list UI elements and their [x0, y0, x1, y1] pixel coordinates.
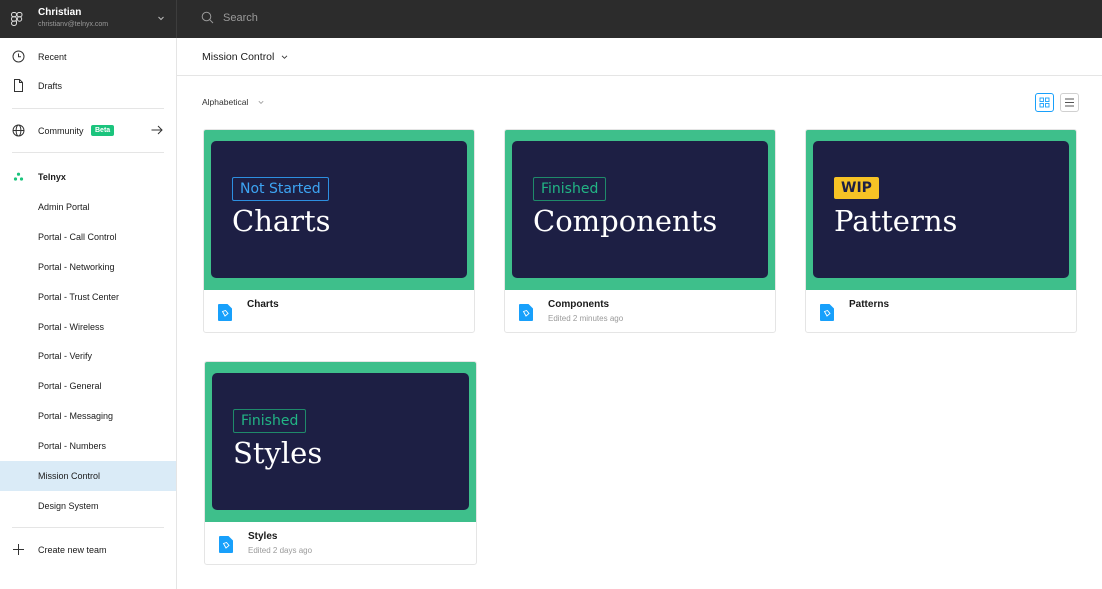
thumbnail-title: Charts: [232, 204, 331, 238]
project-label: Portal - General: [38, 381, 102, 391]
sidebar-item-project-active[interactable]: Mission Control: [0, 461, 176, 491]
sidebar: Recent Drafts Community Beta Telnyx Admi…: [0, 38, 177, 589]
project-label: Design System: [38, 501, 99, 511]
thumbnail-panel: Finished Components: [512, 141, 768, 278]
sidebar-item-project[interactable]: Portal - Numbers: [0, 431, 176, 461]
project-label: Portal - Numbers: [38, 441, 107, 451]
sidebar-item-project[interactable]: Portal - General: [0, 371, 176, 401]
sidebar-item-project[interactable]: Portal - Wireless: [0, 312, 176, 342]
thumbnail-panel: Finished Styles: [212, 373, 469, 510]
sidebar-divider: [12, 527, 164, 528]
project-label: Mission Control: [38, 471, 101, 481]
project-title[interactable]: Mission Control: [202, 51, 274, 63]
project-label: Portal - Call Control: [38, 232, 117, 242]
project-header: Mission Control: [177, 38, 1102, 76]
thumbnail-title: Styles: [233, 436, 323, 470]
list-icon: [1065, 98, 1074, 107]
file-card[interactable]: Not Started Charts Charts: [203, 129, 475, 333]
grid-view-button[interactable]: [1035, 93, 1054, 112]
project-label: Portal - Verify: [38, 351, 93, 361]
file-thumbnail: Finished Components: [505, 130, 775, 290]
clock-icon: [12, 50, 25, 63]
document-icon: [14, 79, 23, 92]
status-badge: Not Started: [232, 177, 329, 201]
search-input[interactable]: Search: [223, 12, 258, 24]
search-icon: [201, 11, 214, 24]
sidebar-item-project[interactable]: Portal - Call Control: [0, 222, 176, 252]
thumbnail-title: Components: [533, 204, 718, 238]
sidebar-item-project[interactable]: Admin Portal: [0, 192, 176, 222]
file-name: Charts: [247, 299, 279, 310]
chevron-down-icon[interactable]: [258, 100, 264, 105]
beta-badge: Beta: [91, 125, 115, 136]
main-content: Mission Control Alphabetical Not Started…: [177, 38, 1102, 589]
account-switcher[interactable]: Christian christianv@telnyx.com: [0, 0, 177, 38]
team-name: Telnyx: [38, 172, 66, 182]
thumbnail-panel: Not Started Charts: [211, 141, 467, 278]
figma-file-icon: [219, 536, 233, 553]
sidebar-team-telnyx[interactable]: Telnyx: [0, 162, 176, 192]
arrow-right-icon: [151, 125, 163, 135]
figma-file-icon: [820, 304, 834, 321]
sidebar-item-project[interactable]: Portal - Verify: [0, 341, 176, 371]
file-thumbnail: Not Started Charts: [204, 130, 474, 290]
figma-logo-icon: [11, 12, 23, 26]
search-bar[interactable]: Search: [201, 11, 258, 24]
file-edited-time: Edited 2 days ago: [248, 546, 313, 555]
sidebar-item-project[interactable]: Portal - Messaging: [0, 401, 176, 431]
thumbnail-title: Patterns: [834, 204, 958, 238]
sidebar-item-label: Community: [38, 126, 84, 136]
project-label: Portal - Trust Center: [38, 292, 120, 302]
plus-icon: [13, 544, 24, 555]
sidebar-divider: [12, 152, 164, 153]
globe-icon: [12, 124, 25, 137]
figma-file-icon: [519, 304, 533, 321]
thumbnail-panel: WIP Patterns: [813, 141, 1069, 278]
file-thumbnail: WIP Patterns: [806, 130, 1076, 290]
sort-dropdown[interactable]: Alphabetical: [202, 97, 248, 107]
sidebar-item-community[interactable]: Community Beta: [0, 116, 176, 146]
chevron-down-icon[interactable]: [157, 14, 165, 22]
file-thumbnail: Finished Styles: [205, 362, 476, 522]
sidebar-item-project[interactable]: Portal - Trust Center: [0, 282, 176, 312]
file-card[interactable]: Finished Components Components Edited 2 …: [504, 129, 776, 333]
file-name: Patterns: [849, 299, 890, 310]
file-name: Components: [548, 299, 610, 310]
sidebar-item-label: Drafts: [38, 81, 63, 91]
file-card[interactable]: Finished Styles Styles Edited 2 days ago: [204, 361, 477, 565]
status-badge: Finished: [533, 177, 607, 201]
status-badge: Finished: [233, 409, 307, 433]
grid-icon: [1039, 97, 1050, 108]
account-email: christianv@telnyx.com: [38, 21, 109, 28]
file-name: Styles: [248, 531, 278, 542]
sidebar-item-label: Recent: [38, 52, 67, 62]
list-view-button[interactable]: [1060, 93, 1079, 112]
file-edited-time: Edited 2 minutes ago: [548, 314, 624, 323]
sidebar-item-recent[interactable]: Recent: [0, 42, 176, 72]
project-label: Portal - Wireless: [38, 322, 105, 332]
status-badge: WIP: [834, 177, 879, 199]
top-bar: Christian christianv@telnyx.com Search: [0, 0, 1102, 38]
figma-file-icon: [218, 304, 232, 321]
file-card[interactable]: WIP Patterns Patterns: [805, 129, 1077, 333]
sidebar-item-project[interactable]: Design System: [0, 491, 176, 521]
create-team-label: Create new team: [38, 545, 107, 555]
team-icon: [13, 172, 24, 181]
project-label: Portal - Messaging: [38, 411, 114, 421]
sidebar-item-drafts[interactable]: Drafts: [0, 71, 176, 101]
chevron-down-icon[interactable]: [281, 54, 288, 60]
sidebar-divider: [12, 108, 164, 109]
create-team-button[interactable]: Create new team: [0, 535, 176, 565]
account-name: Christian: [38, 7, 82, 18]
project-label: Portal - Networking: [38, 262, 115, 272]
project-label: Admin Portal: [38, 202, 90, 212]
sidebar-item-project[interactable]: Portal - Networking: [0, 252, 176, 282]
